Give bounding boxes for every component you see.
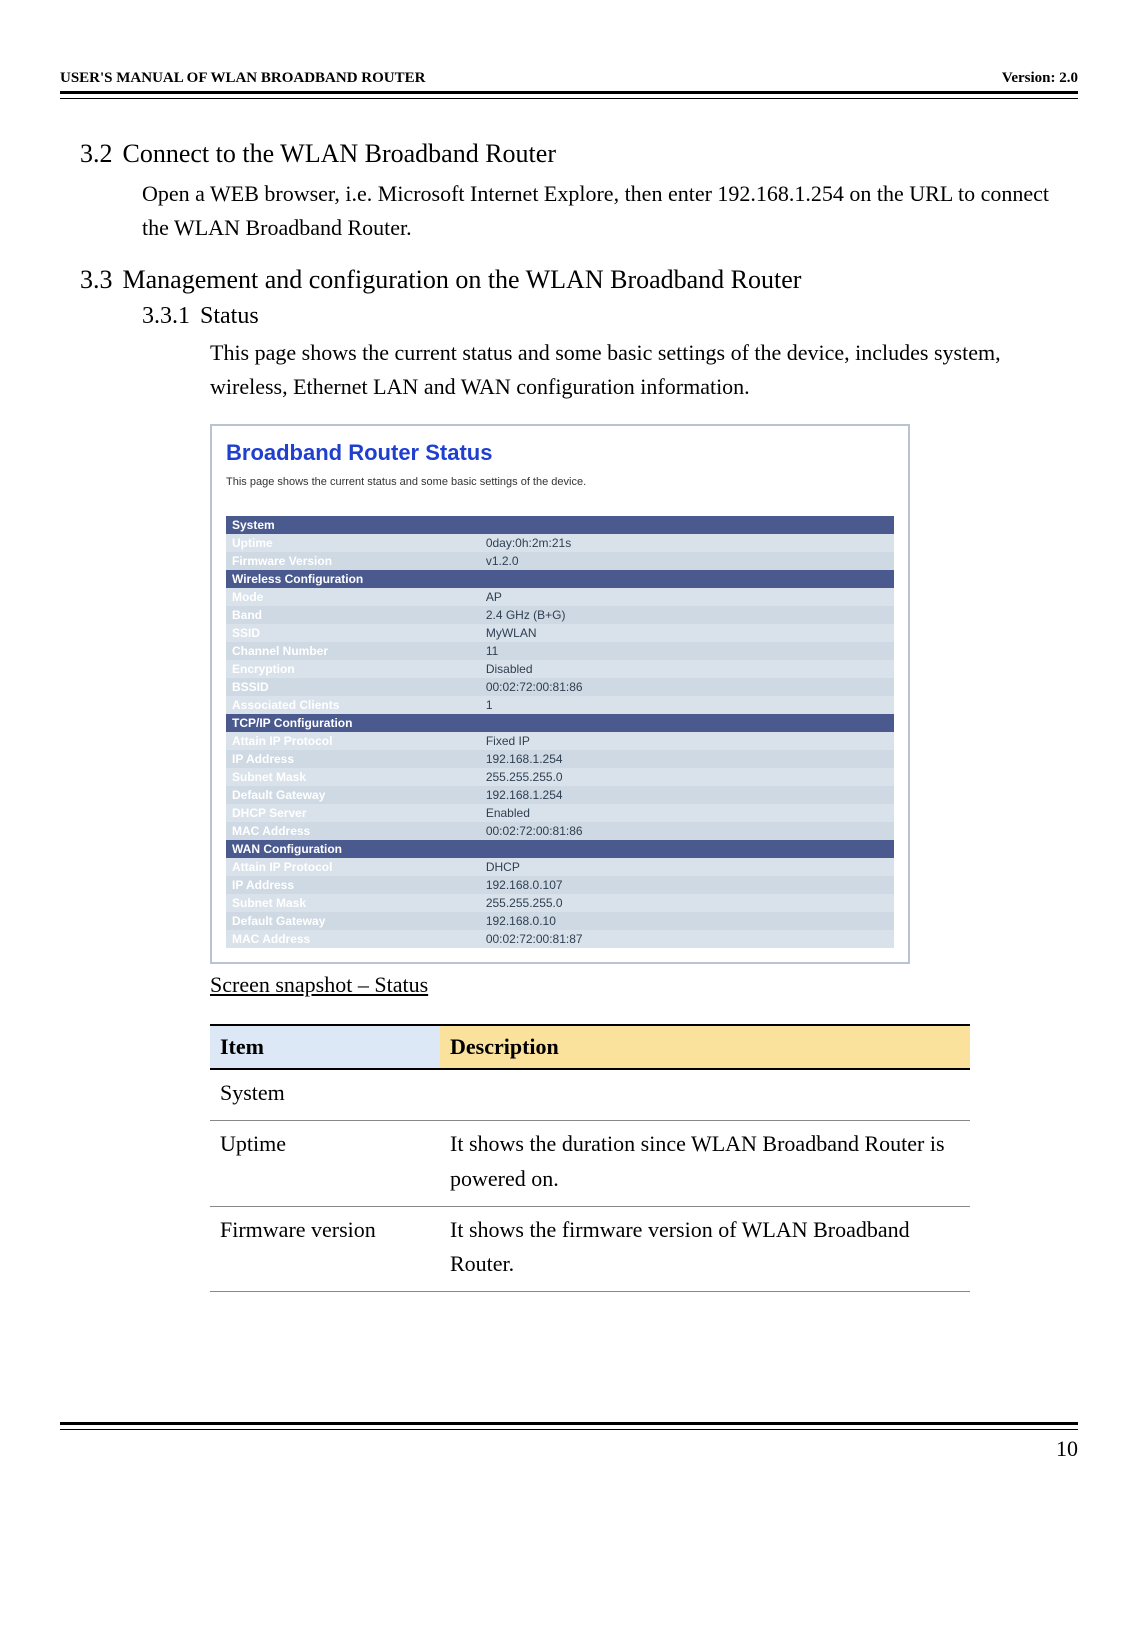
status-section-header: System xyxy=(226,516,894,534)
status-row-label: MAC Address xyxy=(226,822,480,840)
status-row-label: Mode xyxy=(226,588,480,606)
status-row-value: 0day:0h:2m:21s xyxy=(480,534,894,552)
subsection-body: This page shows the current status and s… xyxy=(210,336,1078,404)
status-row-label: Firmware Version xyxy=(226,552,480,570)
section-number: 3.2 xyxy=(80,139,113,169)
desc-header-desc: Description xyxy=(440,1025,970,1069)
status-row-value: 00:02:72:00:81:87 xyxy=(480,930,894,948)
status-row-label: Subnet Mask xyxy=(226,768,480,786)
status-row-value: 255.255.255.0 xyxy=(480,894,894,912)
desc-text: It shows the firmware version of WLAN Br… xyxy=(440,1206,970,1291)
status-row-value: 192.168.1.254 xyxy=(480,750,894,768)
status-row-value: v1.2.0 xyxy=(480,552,894,570)
status-row-label: Band xyxy=(226,606,480,624)
status-row-value: Disabled xyxy=(480,660,894,678)
header-divider xyxy=(60,91,1078,99)
page-number: 10 xyxy=(60,1436,1078,1462)
status-row-value: Enabled xyxy=(480,804,894,822)
status-row-label: IP Address xyxy=(226,876,480,894)
status-screenshot: Broadband Router Status This page shows … xyxy=(210,424,910,964)
section-number: 3.3 xyxy=(80,265,113,295)
status-row-label: Default Gateway xyxy=(226,912,480,930)
subsection-number: 3.3.1 xyxy=(142,303,190,330)
status-row-value: 192.168.0.107 xyxy=(480,876,894,894)
desc-text: It shows the duration since WLAN Broadba… xyxy=(440,1121,970,1206)
footer-divider xyxy=(60,1422,1078,1430)
doc-version: Version: 2.0 xyxy=(1002,70,1078,87)
desc-text xyxy=(440,1069,970,1121)
desc-item: System xyxy=(210,1069,440,1121)
doc-title: USER'S MANUAL OF WLAN BROADBAND ROUTER xyxy=(60,70,425,87)
desc-header-item: Item xyxy=(210,1025,440,1069)
status-row-label: Uptime xyxy=(226,534,480,552)
status-row-value: 00:02:72:00:81:86 xyxy=(480,678,894,696)
status-row-value: 1 xyxy=(480,696,894,714)
desc-item: Uptime xyxy=(210,1121,440,1206)
screenshot-caption: Screen snapshot – Status xyxy=(210,972,910,998)
status-row-label: Attain IP Protocol xyxy=(226,858,480,876)
status-row-label: MAC Address xyxy=(226,930,480,948)
status-row-label: Subnet Mask xyxy=(226,894,480,912)
status-row-value: 2.4 GHz (B+G) xyxy=(480,606,894,624)
status-row-label: Encryption xyxy=(226,660,480,678)
status-row-value: DHCP xyxy=(480,858,894,876)
status-row-label: Attain IP Protocol xyxy=(226,732,480,750)
section-title: Connect to the WLAN Broadband Router xyxy=(123,139,556,169)
status-row-label: BSSID xyxy=(226,678,480,696)
status-row-value: 192.168.0.10 xyxy=(480,912,894,930)
status-row-label: SSID xyxy=(226,624,480,642)
desc-item: Firmware version xyxy=(210,1206,440,1291)
status-row-value: Fixed IP xyxy=(480,732,894,750)
status-row-value: MyWLAN xyxy=(480,624,894,642)
status-row-value: AP xyxy=(480,588,894,606)
status-row-value: 11 xyxy=(480,642,894,660)
status-section-header: TCP/IP Configuration xyxy=(226,714,894,732)
subsection-title: Status xyxy=(200,303,259,330)
status-section-header: Wireless Configuration xyxy=(226,570,894,588)
status-row-label: IP Address xyxy=(226,750,480,768)
status-row-value: 00:02:72:00:81:86 xyxy=(480,822,894,840)
section-body: Open a WEB browser, i.e. Microsoft Inter… xyxy=(142,177,1078,245)
status-row-label: DHCP Server xyxy=(226,804,480,822)
status-section-header: WAN Configuration xyxy=(226,840,894,858)
section-title: Management and configuration on the WLAN… xyxy=(123,265,802,295)
status-row-label: Associated Clients xyxy=(226,696,480,714)
status-row-label: Default Gateway xyxy=(226,786,480,804)
status-row-label: Channel Number xyxy=(226,642,480,660)
status-table: SystemUptime0day:0h:2m:21sFirmware Versi… xyxy=(226,516,894,948)
description-table: Item Description SystemUptimeIt shows th… xyxy=(210,1024,970,1291)
status-row-value: 255.255.255.0 xyxy=(480,768,894,786)
status-row-value: 192.168.1.254 xyxy=(480,786,894,804)
screenshot-title: Broadband Router Status xyxy=(226,440,894,466)
screenshot-desc: This page shows the current status and s… xyxy=(226,476,894,488)
